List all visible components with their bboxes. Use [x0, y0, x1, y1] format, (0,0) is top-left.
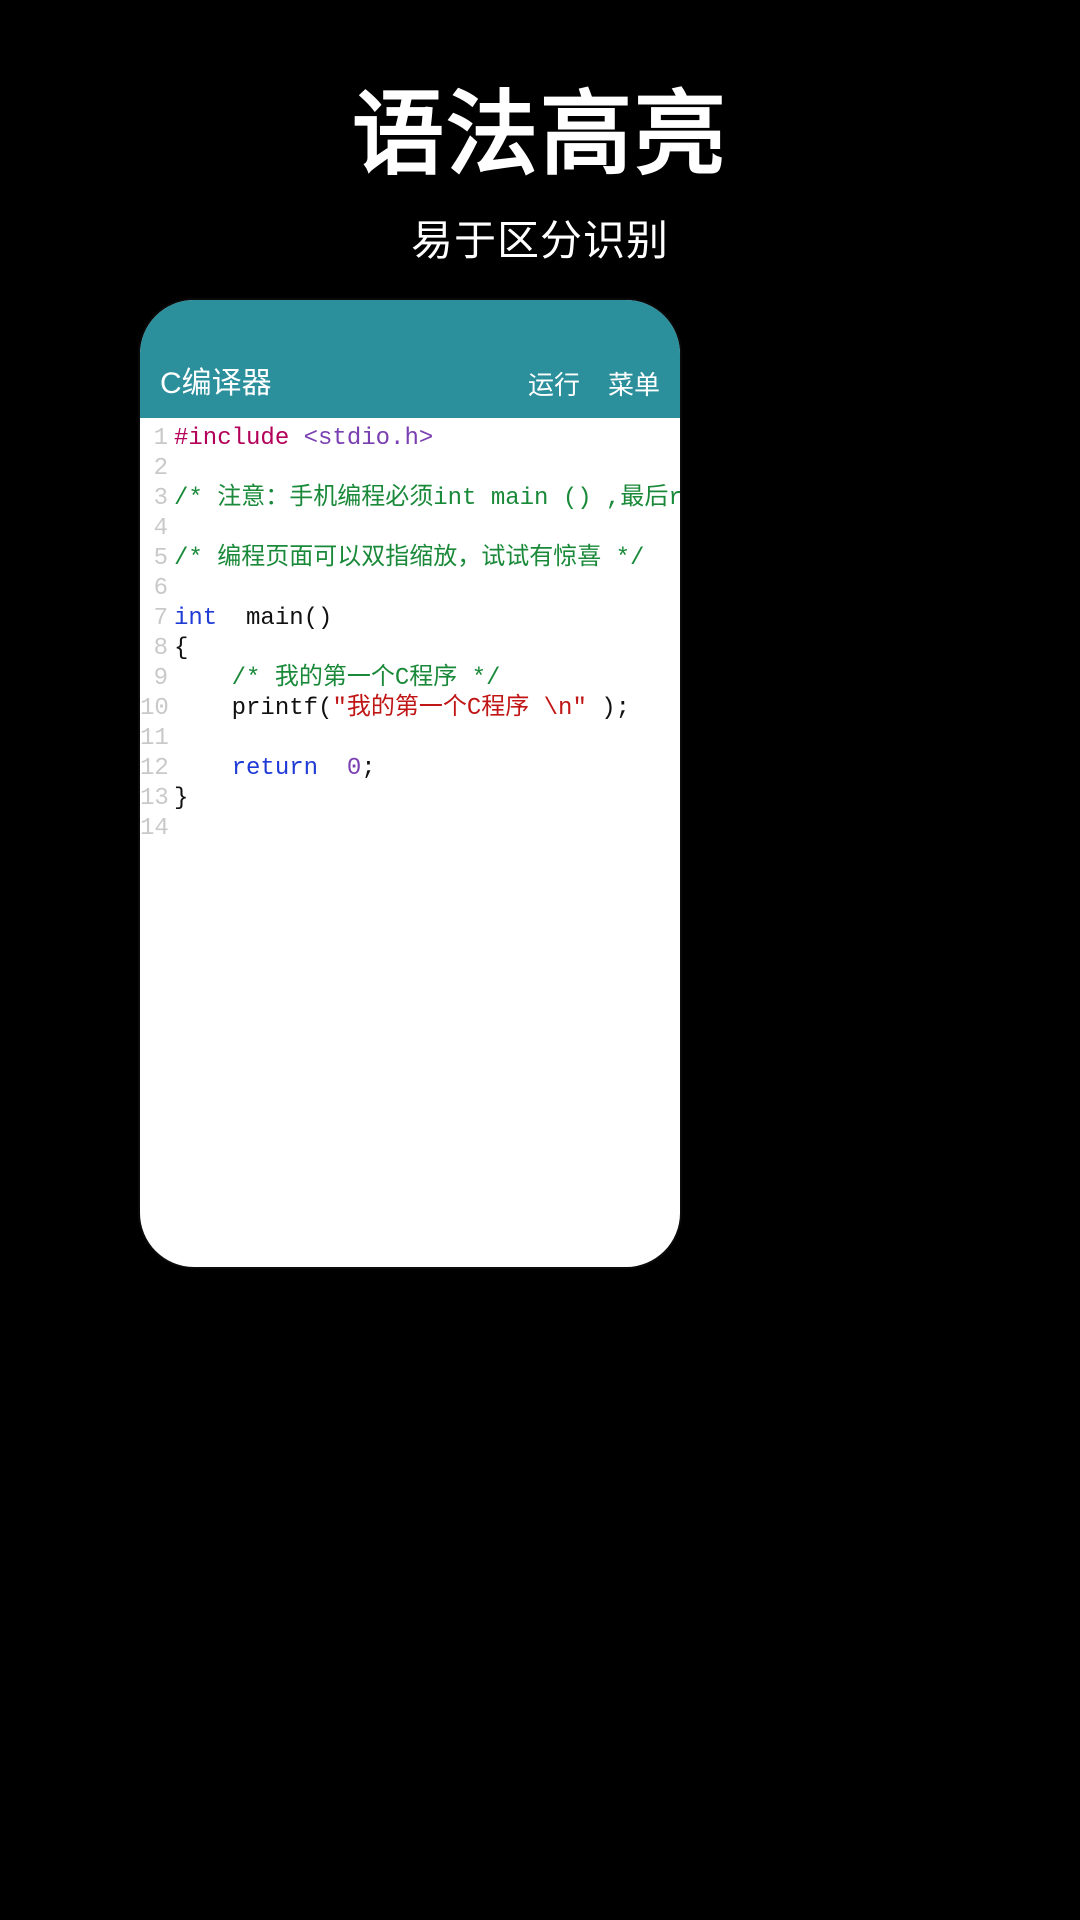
- promo-title: 语法高亮: [0, 60, 1080, 193]
- line-number: 7: [140, 604, 168, 634]
- line-number: 10: [140, 694, 168, 724]
- menu-button[interactable]: 菜单: [608, 365, 660, 402]
- code-token-punct: }: [174, 785, 188, 812]
- code-token-number: 0: [347, 755, 361, 782]
- code-token-ident: main: [246, 605, 304, 632]
- code-token-comment: /* 注意：手机编程必须int main () ,最后re: [174, 485, 680, 512]
- code-token-anglestr: <stdio.h>: [304, 425, 434, 452]
- code-token-punct: );: [587, 695, 630, 722]
- code-token-include: #include: [174, 425, 304, 452]
- code-line[interactable]: #include <stdio.h>: [174, 424, 680, 454]
- code-line[interactable]: }: [174, 784, 680, 814]
- line-number: 8: [140, 634, 168, 664]
- code-line[interactable]: return 0;: [174, 754, 680, 784]
- code-token-ident: printf(: [232, 695, 333, 722]
- code-token-keyword: return: [232, 755, 318, 782]
- code-token-punct: ;: [361, 755, 375, 782]
- code-line[interactable]: [174, 454, 680, 484]
- line-number: 11: [140, 724, 168, 754]
- line-number: 13: [140, 784, 168, 814]
- code-token-comment: /* 我的第一个C程序 */: [232, 665, 501, 692]
- code-token-punct: [318, 755, 347, 782]
- line-number: 14: [140, 814, 168, 844]
- code-token-punct: (): [304, 605, 333, 632]
- code-token-keyword: int: [174, 605, 217, 632]
- code-token-punct: [174, 665, 232, 692]
- phone-frame: C编译器 运行 菜单 1234567891011121314 #include …: [140, 300, 680, 1267]
- line-number: 4: [140, 514, 168, 544]
- code-line[interactable]: [174, 814, 680, 844]
- code-token-punct: [174, 695, 232, 722]
- line-number: 2: [140, 454, 168, 484]
- code-line[interactable]: [174, 724, 680, 754]
- line-number-gutter: 1234567891011121314: [140, 424, 174, 844]
- code-line[interactable]: /* 编程页面可以双指缩放，试试有惊喜 */: [174, 544, 680, 574]
- run-button[interactable]: 运行: [528, 365, 580, 402]
- app-bar: C编译器 运行 菜单: [140, 300, 680, 418]
- line-number: 1: [140, 424, 168, 454]
- code-line[interactable]: /* 注意：手机编程必须int main () ,最后re: [174, 484, 680, 514]
- code-token-punct: [217, 605, 246, 632]
- code-token-punct: {: [174, 635, 188, 662]
- line-number: 3: [140, 484, 168, 514]
- line-number: 5: [140, 544, 168, 574]
- app-title: C编译器: [160, 358, 272, 402]
- code-token-string: "我的第一个C程序 \n": [332, 695, 586, 722]
- code-line[interactable]: /* 我的第一个C程序 */: [174, 664, 680, 694]
- promo-subtitle: 易于区分识别: [0, 207, 1080, 268]
- code-line[interactable]: [174, 574, 680, 604]
- code-editor[interactable]: 1234567891011121314 #include <stdio.h>/*…: [140, 418, 680, 844]
- code-token-punct: [174, 755, 232, 782]
- code-line[interactable]: printf("我的第一个C程序 \n" );: [174, 694, 680, 724]
- promo-heading: 语法高亮 易于区分识别: [0, 60, 1080, 268]
- code-line[interactable]: int main(): [174, 604, 680, 634]
- app-bar-actions: 运行 菜单: [528, 365, 660, 402]
- line-number: 9: [140, 664, 168, 694]
- code-token-comment: /* 编程页面可以双指缩放，试试有惊喜 */: [174, 545, 644, 572]
- code-line[interactable]: [174, 514, 680, 544]
- code-line[interactable]: {: [174, 634, 680, 664]
- line-number: 12: [140, 754, 168, 784]
- code-area[interactable]: #include <stdio.h> /* 注意：手机编程必须int main (…: [174, 424, 680, 844]
- line-number: 6: [140, 574, 168, 604]
